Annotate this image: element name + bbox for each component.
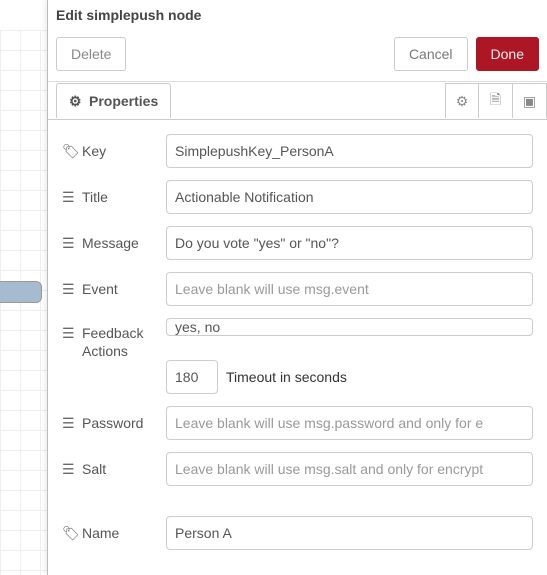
canvas-node-fragment[interactable]: [0, 281, 42, 303]
tray-title: Edit simplepush node: [56, 7, 201, 23]
list-icon: [62, 234, 76, 252]
name-label: Name: [62, 524, 166, 542]
done-button[interactable]: Done: [476, 37, 539, 71]
event-row: Event: [62, 272, 533, 306]
actions-label-text: Feedback Actions: [82, 324, 166, 360]
key-label-text: Key: [82, 142, 106, 160]
message-label-text: Message: [82, 234, 139, 252]
key-input[interactable]: [166, 134, 533, 168]
feedback-actions-input[interactable]: [166, 318, 533, 336]
list-icon: [62, 324, 76, 342]
password-row: Password: [62, 406, 533, 440]
message-row: Message: [62, 226, 533, 260]
cog-icon: [456, 93, 469, 110]
actions-label: Feedback Actions: [62, 318, 166, 360]
tray-tabs: Properties: [48, 82, 547, 120]
list-icon: [62, 280, 76, 298]
message-label: Message: [62, 234, 166, 252]
done-button-label: Done: [491, 46, 524, 62]
node-settings-tab[interactable]: [445, 83, 479, 118]
key-label: Key: [62, 142, 166, 160]
appearance-icon: [523, 93, 536, 110]
title-row: Title: [62, 180, 533, 214]
tag-icon: [62, 524, 76, 542]
name-row: Name: [62, 516, 533, 550]
properties-tab[interactable]: Properties: [56, 83, 171, 118]
properties-form: Key Title Message Event: [48, 120, 547, 575]
tray-header: Edit simplepush node: [48, 0, 547, 31]
password-input[interactable]: [166, 406, 533, 440]
cog-icon: [69, 93, 83, 110]
timeout-input[interactable]: [166, 360, 218, 394]
tag-icon: [62, 142, 76, 160]
properties-tab-label: Properties: [89, 93, 158, 109]
list-icon: [62, 414, 76, 432]
delete-button[interactable]: Delete: [56, 37, 126, 71]
title-input[interactable]: [166, 180, 533, 214]
password-label: Password: [62, 414, 166, 432]
event-label-text: Event: [82, 280, 118, 298]
timeout-row: Timeout in seconds: [166, 360, 533, 394]
delete-button-label: Delete: [71, 46, 111, 62]
edit-tray: Edit simplepush node Delete Cancel Done …: [47, 0, 547, 575]
title-label-text: Title: [82, 188, 108, 206]
message-input[interactable]: [166, 226, 533, 260]
list-icon: [62, 460, 76, 478]
name-input[interactable]: [166, 516, 533, 550]
node-description-tab[interactable]: [479, 83, 513, 118]
list-icon: [62, 188, 76, 206]
salt-label-text: Salt: [82, 460, 106, 478]
name-label-text: Name: [82, 524, 119, 542]
timeout-label: Timeout in seconds: [226, 369, 347, 385]
salt-input[interactable]: [166, 452, 533, 486]
cancel-button[interactable]: Cancel: [394, 37, 468, 71]
title-label: Title: [62, 188, 166, 206]
key-row: Key: [62, 134, 533, 168]
cancel-button-label: Cancel: [409, 46, 453, 62]
salt-row: Salt: [62, 452, 533, 486]
salt-label: Salt: [62, 460, 166, 478]
tray-toolbar: Delete Cancel Done: [48, 31, 547, 82]
event-input[interactable]: [166, 272, 533, 306]
password-label-text: Password: [82, 414, 143, 432]
actions-row: Feedback Actions Timeout in seconds: [62, 318, 533, 394]
node-appearance-tab[interactable]: [513, 83, 547, 118]
event-label: Event: [62, 280, 166, 298]
document-icon: [490, 89, 501, 113]
